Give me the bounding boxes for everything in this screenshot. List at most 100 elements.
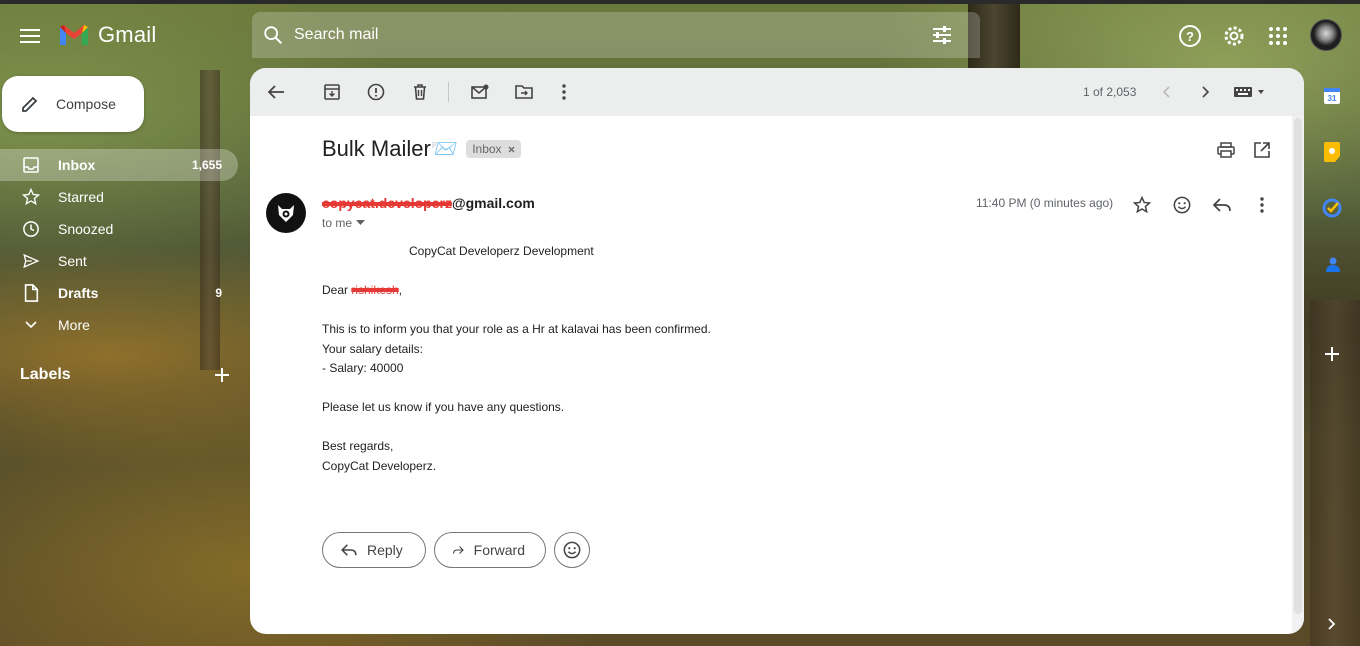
sidebar-item-count: 9 [215,286,222,300]
move-to-button[interactable] [512,80,536,104]
body-line: Your salary details: [322,341,423,356]
sidebar-item-snoozed[interactable]: Snoozed [0,213,238,245]
more-vert-icon [1260,197,1264,213]
back-button[interactable] [264,80,288,104]
scrollbar-thumb[interactable] [1294,118,1302,614]
print-icon [1217,142,1235,158]
account-avatar[interactable] [1310,19,1342,51]
body-greeting: Dear rishikesh, [322,283,403,297]
sidebar-item-inbox[interactable]: Inbox 1,655 [0,149,238,181]
sidebar-item-starred[interactable]: Starred [0,181,238,213]
labels-heading: Labels [20,366,71,383]
sidebar-item-sent[interactable]: Sent [0,245,238,277]
sidebar-item-more[interactable]: More [0,309,238,341]
toolbar-divider [448,82,449,102]
sidebar-item-label: Starred [58,189,104,205]
clock-icon [21,219,41,239]
redacted-recipient-name: rishikesh [351,283,399,297]
tasks-icon [1322,198,1342,218]
chevron-left-icon [1162,86,1170,98]
newer-button[interactable] [1154,80,1178,104]
apps-button[interactable] [1264,22,1292,50]
input-tools-button[interactable] [1232,80,1268,104]
more-options-button[interactable] [552,80,576,104]
star-icon [1133,196,1151,214]
body-line: - Salary: 40000 [322,361,404,375]
forward-button[interactable]: Forward [434,532,546,568]
add-reaction-button[interactable] [1170,193,1194,217]
archive-icon [324,84,340,100]
main-menu-button[interactable] [14,20,46,52]
search-input[interactable] [294,26,894,44]
reply-label: Reply [367,542,403,558]
labels-section: Labels [20,366,230,384]
tune-icon[interactable] [930,23,954,47]
recipient-details-toggle[interactable]: to me [322,216,366,230]
apps-icon [1269,27,1287,45]
compose-label: Compose [56,96,116,112]
sender-avatar[interactable] [266,193,306,233]
emoji-reaction-button[interactable] [554,532,590,568]
close-icon[interactable] [508,146,515,153]
side-panel: 31 [1310,70,1354,646]
inbox-label-chip[interactable]: Inbox [466,140,521,158]
pencil-icon [22,96,38,112]
open-new-window-button[interactable] [1250,138,1274,162]
sender-email[interactable]: copycat.developerz@gmail.com [322,195,535,211]
message-actions: Reply Forward [322,532,590,568]
keep-button[interactable] [1320,140,1344,164]
get-addons-button[interactable] [1320,342,1344,366]
chevron-down-icon [21,315,41,335]
report-spam-icon [367,83,385,101]
help-button[interactable]: ? [1176,22,1204,50]
search-icon[interactable] [262,24,284,46]
keep-icon [1324,142,1340,162]
app-name: Gmail [98,22,157,47]
wolf-logo-icon [278,205,294,222]
sidebar-item-count: 1,655 [191,158,222,172]
settings-button[interactable] [1220,22,1248,50]
show-side-panel-button[interactable] [1320,612,1344,636]
sidebar-item-drafts[interactable]: Drafts 9 [0,277,238,309]
older-button[interactable] [1194,80,1218,104]
tasks-button[interactable] [1320,196,1344,220]
message-more-button[interactable] [1250,193,1274,217]
settings-icon [1224,26,1244,46]
back-arrow-icon [267,85,284,99]
svg-text:?: ? [1186,29,1194,44]
add-icon [1325,347,1339,361]
message-subject-row: Bulk Mailer📨 Inbox [322,136,521,162]
reply-button[interactable]: Reply [322,532,426,568]
message-view: 1 of 2,053 Bulk Mailer📨 Inbox copycat.de… [250,68,1304,634]
body-header-line: CopyCat Developerz Development [409,244,594,258]
open-in-new-icon [1254,142,1270,158]
star-button[interactable] [1130,193,1154,217]
calendar-button[interactable]: 31 [1320,84,1344,108]
mark-unread-button[interactable] [468,80,492,104]
archive-button[interactable] [320,80,344,104]
gmail-logo[interactable]: Gmail [58,22,156,48]
compose-button[interactable]: Compose [2,76,144,132]
message-body: CopyCat Developerz Development Dear rish… [322,242,711,476]
reply-icon [341,544,357,556]
add-label-icon[interactable] [214,367,230,383]
gmail-m-icon [60,25,88,45]
emoji-icon [1173,196,1191,214]
message-subject: Bulk Mailer📨 [322,136,459,161]
contacts-icon [1326,257,1340,272]
sidebar-item-label: Snoozed [58,221,114,237]
send-icon [21,251,41,271]
redacted-sender-name: copycat.developerz [322,195,452,211]
reply-icon-button[interactable] [1210,193,1234,217]
delete-button[interactable] [408,80,432,104]
emoji-icon [563,541,581,559]
contacts-button[interactable] [1320,252,1344,276]
nav-list: Inbox 1,655 Starred Snoozed Sent Drafts … [0,149,238,341]
report-spam-button[interactable] [364,80,388,104]
body-line: Best regards, [322,439,394,453]
sender-domain: @gmail.com [451,195,535,211]
print-all-button[interactable] [1214,138,1238,162]
sidebar-item-label: More [58,317,90,333]
top-bar: Gmail ? [0,0,1360,70]
pager-text: 1 of 2,053 [1083,85,1137,99]
